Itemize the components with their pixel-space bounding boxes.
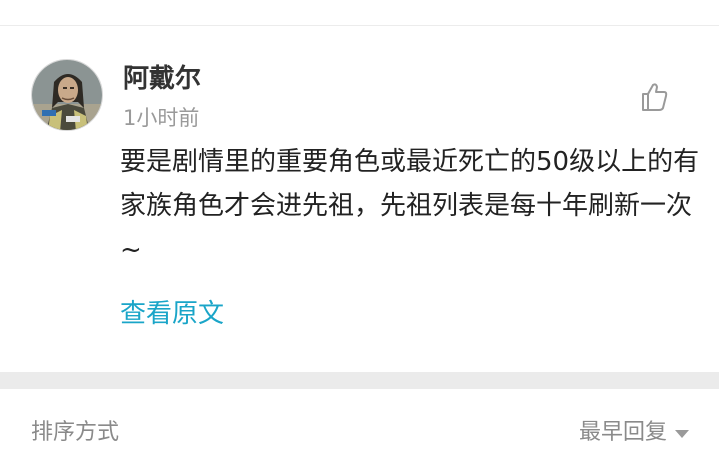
thumbs-up-icon[interactable] (637, 80, 671, 114)
caret-down-icon (675, 430, 689, 438)
sort-selected-value: 最早回复 (578, 420, 667, 445)
avatar[interactable] (31, 59, 103, 131)
avatar-image (32, 60, 102, 130)
comment-card: 阿戴尔 1小时前 要是剧情里的重要角色或最近死亡的50级以上的有家族角色才会进先… (0, 26, 719, 372)
view-original-link[interactable]: 查看原文 (120, 296, 224, 332)
sort-dropdown[interactable]: 最早回复 (579, 418, 689, 448)
section-divider (0, 372, 719, 389)
username[interactable]: 阿戴尔 (123, 63, 201, 95)
sort-bar: 排序方式 最早回复 (0, 389, 719, 452)
comment-text: 要是剧情里的重要角色或最近死亡的50级以上的有家族角色才会进先祖，先祖列表是每十… (120, 147, 700, 265)
timestamp: 1小时前 (123, 106, 200, 130)
sort-label: 排序方式 (31, 420, 120, 445)
